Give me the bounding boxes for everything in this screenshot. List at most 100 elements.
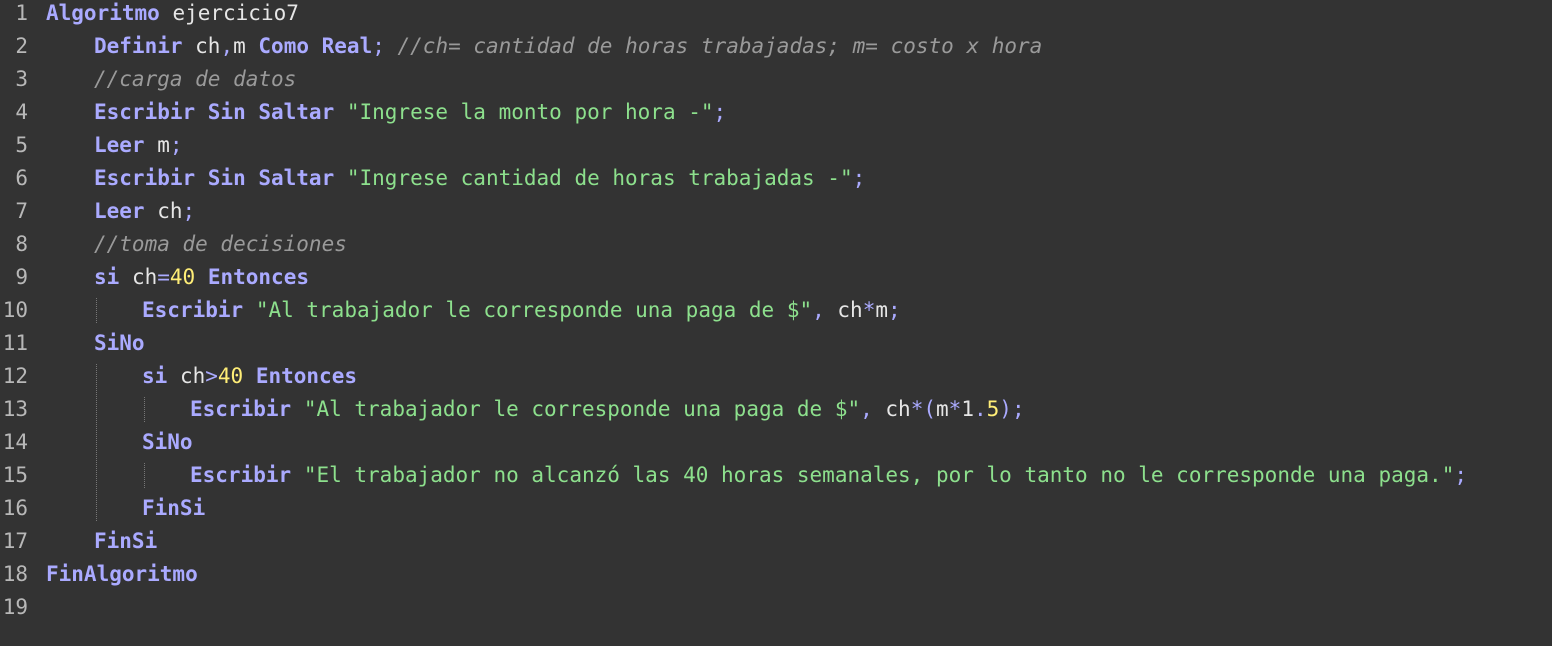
code-token: SiNo	[94, 331, 145, 355]
line-content: Escribir Sin Saltar "Ingrese la monto po…	[94, 96, 726, 129]
line-number: 1	[15, 1, 28, 25]
code-token: 40	[169, 265, 196, 289]
line-content: si ch>40 Entonces	[142, 360, 357, 393]
code-line[interactable]: 19	[0, 591, 1552, 624]
code-editor[interactable]: 1 Algoritmo ejercicio7 2 Definir ch,m Como …	[0, 0, 1552, 646]
code-line[interactable]: 1 Algoritmo ejercicio7	[0, 0, 1552, 30]
code-token: FinSi	[142, 496, 206, 520]
code-token: //carga de datos	[94, 67, 297, 91]
code-token: ch	[872, 397, 911, 421]
code-token: *	[948, 397, 962, 421]
line-number: 19	[2, 595, 28, 619]
code-token: si	[94, 265, 120, 289]
code-token: ;	[182, 199, 196, 223]
line-content: Escribir "Al trabajador le corresponde u…	[190, 393, 1025, 426]
line-number: 8	[15, 232, 28, 256]
code-token: Escribir	[142, 298, 244, 322]
code-token: "Ingrese la monto por hora -"	[346, 100, 714, 124]
code-line[interactable]: 9 si ch=40 Entonces	[0, 261, 1552, 294]
code-line[interactable]: 15 Escribir "El trabajador no alcanzó las…	[0, 459, 1552, 492]
line-number: 7	[15, 199, 28, 223]
code-token: ,	[860, 397, 873, 421]
code-token: "Al trabajador le corresponde una paga d…	[303, 397, 861, 421]
code-token: m	[233, 34, 259, 58]
code-token: ejercicio7	[159, 1, 299, 25]
line-number: 15	[2, 463, 28, 487]
code-token: 5	[986, 397, 1000, 421]
line-content: Algoritmo ejercicio7	[46, 0, 299, 30]
code-line[interactable]: 5 Leer m;	[0, 129, 1552, 162]
code-token: Escribir Sin Saltar	[94, 100, 335, 124]
code-line[interactable]: 7 Leer ch;	[0, 195, 1552, 228]
code-token: .	[973, 397, 987, 421]
code-line[interactable]: 17 FinSi	[0, 525, 1552, 558]
line-number: 6	[15, 166, 28, 190]
line-content: si ch=40 Entonces	[94, 261, 309, 294]
code-token: "Al trabajador le corresponde una paga d…	[255, 298, 813, 322]
line-content: Escribir "Al trabajador le corresponde u…	[142, 294, 901, 327]
code-token: ;	[372, 34, 385, 58]
code-token: ;	[1454, 463, 1467, 487]
code-token: )	[999, 397, 1012, 421]
code-line[interactable]: 3 //carga de datos	[0, 63, 1552, 96]
code-token: ;	[888, 298, 901, 322]
code-token: ;	[713, 100, 727, 124]
code-token: Escribir	[190, 397, 292, 421]
line-number: 18	[2, 562, 28, 586]
code-token: 1	[961, 397, 974, 421]
line-number: 11	[2, 331, 28, 355]
code-line[interactable]: 10 Escribir "Al trabajador le corresponde…	[0, 294, 1552, 327]
code-line[interactable]: 13 Escribir "Al trabajador le corresponde…	[0, 393, 1552, 426]
code-token: >	[205, 364, 218, 388]
code-token: SiNo	[142, 430, 193, 454]
line-number: 12	[2, 364, 28, 388]
line-number: 13	[2, 397, 28, 421]
line-content: Escribir "El trabajador no alcanzó las 4…	[190, 459, 1467, 492]
line-content: //toma de decisiones	[94, 228, 347, 261]
code-token: Definir	[94, 34, 183, 58]
code-line[interactable]: 8 //toma de decisiones	[0, 228, 1552, 261]
code-token: ch	[144, 199, 183, 223]
line-number: 5	[15, 133, 28, 157]
code-token: Algoritmo	[46, 1, 160, 25]
code-token: //toma de decisiones	[94, 232, 347, 256]
line-content: Leer ch;	[94, 195, 195, 228]
line-content: //carga de datos	[94, 63, 296, 96]
code-token: Como	[258, 34, 309, 58]
code-token: Entonces	[207, 265, 309, 289]
code-token: Escribir	[190, 463, 292, 487]
code-token: Escribir Sin Saltar	[94, 166, 335, 190]
code-token: *	[862, 298, 876, 322]
code-token: si	[142, 364, 168, 388]
code-line[interactable]: 11 SiNo	[0, 327, 1552, 360]
code-line[interactable]: 12 si ch>40 Entonces	[0, 360, 1552, 393]
line-content: Escribir Sin Saltar "Ingrese cantidad de…	[94, 162, 865, 195]
line-number: 2	[15, 34, 28, 58]
code-line[interactable]: 14 SiNo	[0, 426, 1552, 459]
code-token: ;	[852, 166, 866, 190]
code-line[interactable]: 16 FinSi	[0, 492, 1552, 525]
code-token: m	[936, 397, 949, 421]
line-number: 3	[15, 67, 28, 91]
code-line[interactable]: 6 Escribir Sin Saltar "Ingrese cantidad d…	[0, 162, 1552, 195]
code-token: Entonces	[255, 364, 357, 388]
code-token: ch	[182, 34, 221, 58]
code-line[interactable]: 4 Escribir Sin Saltar "Ingrese la monto p…	[0, 96, 1552, 129]
line-number: 14	[2, 430, 28, 454]
code-token: ,	[220, 34, 234, 58]
code-token: =	[157, 265, 170, 289]
code-line[interactable]: 18 FinAlgoritmo	[0, 558, 1552, 591]
line-number: 10	[2, 298, 28, 322]
code-token: ch	[167, 364, 206, 388]
code-token: "Ingrese cantidad de horas trabajadas -"	[346, 166, 853, 190]
line-content: SiNo	[142, 426, 193, 459]
code-token: //ch= cantidad de horas trabajadas; m= c…	[384, 34, 1043, 58]
code-line[interactable]: 2 Definir ch,m Como Real; //ch= cantidad …	[0, 30, 1552, 63]
code-token: m	[144, 133, 170, 157]
